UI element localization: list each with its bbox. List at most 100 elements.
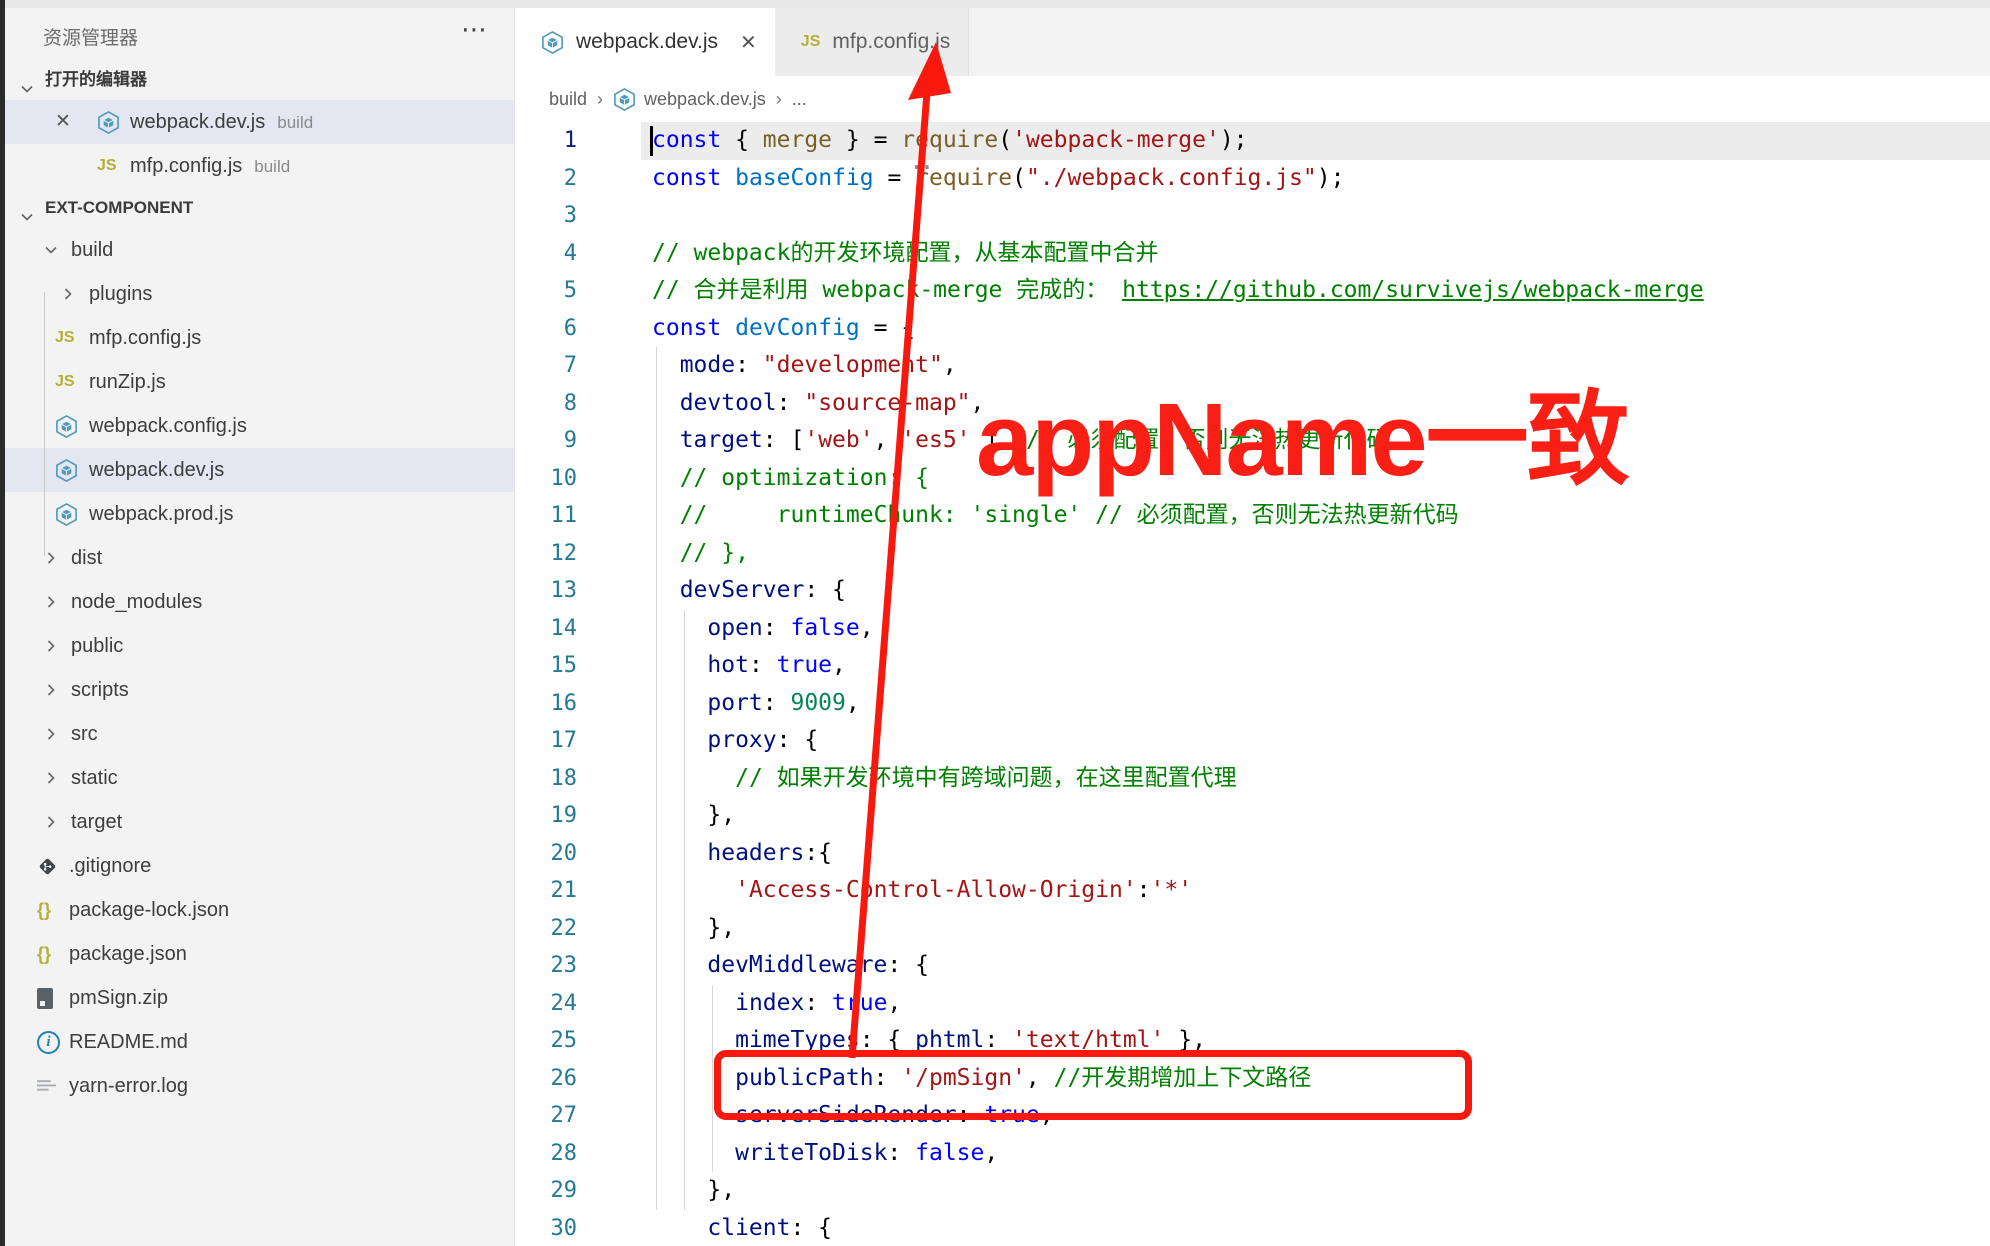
sidebar-item-public[interactable]: public (5, 624, 514, 668)
line-number[interactable]: 30 (515, 1210, 577, 1246)
project-section-header[interactable]: EXT-COMPONENT (5, 188, 514, 228)
line-number[interactable]: 14 (515, 610, 577, 648)
code-line[interactable]: 24 index: true, (515, 985, 1990, 1023)
line-number[interactable]: 28 (515, 1135, 577, 1173)
code-line[interactable]: 5// 合并是利用 webpack-merge 完成的： https://git… (515, 272, 1990, 310)
line-number[interactable]: 18 (515, 760, 577, 798)
line-number[interactable]: 6 (515, 310, 577, 348)
more-actions-icon[interactable]: ⋯ (445, 14, 505, 54)
sidebar-item-scripts[interactable]: scripts (5, 668, 514, 712)
close-icon[interactable]: ✕ (740, 30, 757, 55)
code-line[interactable]: 12 // }, (515, 535, 1990, 573)
sidebar-item-runZip.js[interactable]: JSrunZip.js (5, 360, 514, 404)
sidebar-item-target[interactable]: target (5, 800, 514, 844)
js-icon: JS (55, 360, 75, 404)
code-line[interactable]: 21 'Access-Control-Allow-Origin':'*' (515, 872, 1990, 910)
code-line[interactable]: 26 publicPath: '/pmSign', //开发期增加上下文路径 (515, 1060, 1990, 1098)
line-number[interactable]: 26 (515, 1060, 577, 1098)
code-line-content: target: ['web', 'es5' ], // 必须配置，否则无法热更新… (652, 422, 1389, 460)
code-line[interactable]: 11 // runtimeChunk: 'single' // 必须配置，否则无… (515, 497, 1990, 535)
code-line[interactable]: 20 headers:{ (515, 835, 1990, 873)
breadcrumb-item-build[interactable]: build (549, 89, 587, 110)
sidebar-item-package.json[interactable]: {}package.json (5, 932, 514, 976)
line-number[interactable]: 19 (515, 797, 577, 835)
open-editor-item-webpack.dev.js[interactable]: ✕webpack.dev.jsbuild (5, 100, 514, 144)
line-number[interactable]: 29 (515, 1172, 577, 1210)
line-number[interactable]: 12 (515, 535, 577, 573)
code-line[interactable]: 14 open: false, (515, 610, 1990, 648)
code-line[interactable]: 25 mimeTypes: { phtml: 'text/html' }, (515, 1022, 1990, 1060)
code-line[interactable]: 30 client: { (515, 1210, 1990, 1246)
code-line[interactable]: 18 // 如果开发环境中有跨域问题，在这里配置代理 (515, 760, 1990, 798)
sidebar-item-webpack.prod.js[interactable]: webpack.prod.js (5, 492, 514, 536)
code-line[interactable]: 8 devtool: "source-map", (515, 385, 1990, 423)
open-editor-item-mfp.config.js[interactable]: JSmfp.config.jsbuild (5, 144, 514, 188)
code-line-content: index: true, (652, 985, 901, 1023)
sidebar-item-src[interactable]: src (5, 712, 514, 756)
code-line[interactable]: 6const devConfig = { (515, 310, 1990, 348)
sidebar-item-node_modules[interactable]: node_modules (5, 580, 514, 624)
line-number[interactable]: 22 (515, 910, 577, 948)
line-number[interactable]: 3 (515, 197, 577, 235)
code-line[interactable]: 4// webpack的开发环境配置，从基本配置中合并 (515, 235, 1990, 273)
sidebar-item-README.md[interactable]: iREADME.md (5, 1020, 514, 1064)
line-number[interactable]: 25 (515, 1022, 577, 1060)
line-number[interactable]: 15 (515, 647, 577, 685)
line-number[interactable]: 13 (515, 572, 577, 610)
code-line[interactable]: 17 proxy: { (515, 722, 1990, 760)
code-line[interactable]: 3 (515, 197, 1990, 235)
sidebar-item-package-lock.json[interactable]: {}package-lock.json (5, 888, 514, 932)
code-line[interactable]: 10 // optimization: { (515, 460, 1990, 498)
line-number[interactable]: 27 (515, 1097, 577, 1135)
line-number[interactable]: 1 (515, 122, 577, 160)
sidebar-item-webpack.dev.js[interactable]: webpack.dev.js (5, 448, 514, 492)
code-line[interactable]: 7 mode: "development", (515, 347, 1990, 385)
open-editors-section-header[interactable]: 打开的编辑器 (5, 60, 514, 100)
line-number[interactable]: 2 (515, 160, 577, 198)
code-line[interactable]: 19 }, (515, 797, 1990, 835)
line-number[interactable]: 7 (515, 347, 577, 385)
line-number[interactable]: 21 (515, 872, 577, 910)
code-line[interactable]: 2const baseConfig = require("./webpack.c… (515, 160, 1990, 198)
line-number[interactable]: 16 (515, 685, 577, 723)
breadcrumb-item-file[interactable]: webpack.dev.js (644, 89, 766, 110)
code-line[interactable]: 15 hot: true, (515, 647, 1990, 685)
line-number[interactable]: 23 (515, 947, 577, 985)
sidebar-item-pmSign.zip[interactable]: pmSign.zip (5, 976, 514, 1020)
sidebar-item-.gitignore[interactable]: .gitignore (5, 844, 514, 888)
line-number[interactable]: 20 (515, 835, 577, 873)
sidebar-item-static[interactable]: static (5, 756, 514, 800)
code-editor[interactable]: 1const { merge } = require('webpack-merg… (515, 122, 1990, 1246)
sidebar-item-plugins[interactable]: plugins (5, 272, 514, 316)
line-number[interactable]: 9 (515, 422, 577, 460)
breadcrumb-item-symbol[interactable]: ... (792, 89, 807, 110)
code-line[interactable]: 22 }, (515, 910, 1990, 948)
sidebar-item-yarn-error.log[interactable]: yarn-error.log (5, 1064, 514, 1108)
json-braces-icon: {} (37, 888, 51, 932)
close-icon[interactable]: ✕ (55, 100, 71, 144)
code-line[interactable]: 27 serverSideRender: true, (515, 1097, 1990, 1135)
line-number[interactable]: 11 (515, 497, 577, 535)
line-number[interactable]: 5 (515, 272, 577, 310)
code-line[interactable]: 23 devMiddleware: { (515, 947, 1990, 985)
line-number[interactable]: 8 (515, 385, 577, 423)
line-number[interactable]: 24 (515, 985, 577, 1023)
sidebar-item-build[interactable]: build (5, 228, 514, 272)
code-line[interactable]: 29 }, (515, 1172, 1990, 1210)
line-number[interactable]: 17 (515, 722, 577, 760)
file-tree: buildpluginsJSmfp.config.jsJSrunZip.jswe… (5, 228, 514, 1108)
code-line[interactable]: 9 target: ['web', 'es5' ], // 必须配置，否则无法热… (515, 422, 1990, 460)
sidebar-item-dist[interactable]: dist (5, 536, 514, 580)
code-line[interactable]: 1const { merge } = require('webpack-merg… (515, 122, 1990, 160)
tab-mfp.config.js[interactable]: JSmfp.config.js (775, 8, 969, 76)
code-line[interactable]: 13 devServer: { (515, 572, 1990, 610)
code-line[interactable]: 28 writeToDisk: false, (515, 1135, 1990, 1173)
tab-webpack.dev.js[interactable]: webpack.dev.js ✕ (515, 8, 775, 76)
sidebar-item-mfp.config.js[interactable]: JSmfp.config.js (5, 316, 514, 360)
comment-link[interactable]: https://github.com/survivejs/webpack-mer… (1122, 277, 1704, 303)
line-number[interactable]: 10 (515, 460, 577, 498)
tab-label: webpack.dev.js (576, 30, 718, 54)
line-number[interactable]: 4 (515, 235, 577, 273)
code-line[interactable]: 16 port: 9009, (515, 685, 1990, 723)
sidebar-item-webpack.config.js[interactable]: webpack.config.js (5, 404, 514, 448)
